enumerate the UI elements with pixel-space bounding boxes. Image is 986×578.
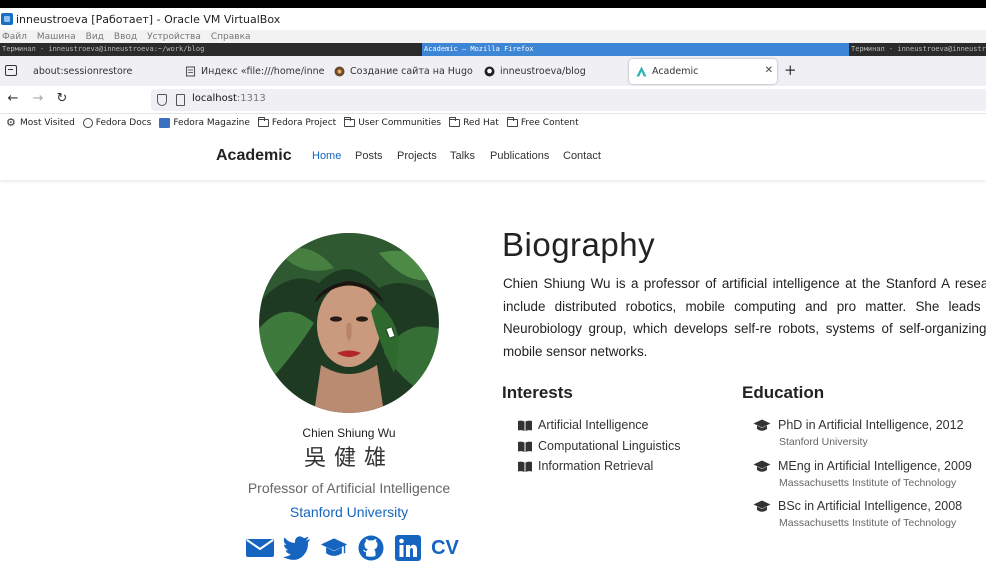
vm-menu-file[interactable]: Файл (2, 32, 27, 42)
twitter-icon[interactable] (283, 534, 311, 562)
vm-menubar: Файл Машина Вид Ввод Устройства Справка (0, 30, 986, 43)
biography-text: Chien Shiung Wu is a professor of artifi… (503, 276, 986, 360)
education-item: BSc in Artificial Intelligence, 2008 Mas… (753, 499, 962, 529)
education-item: MEng in Artificial Intelligence, 2009 Ma… (753, 459, 972, 489)
tab-file-index[interactable]: Индекс «file:///home/inne (185, 59, 325, 84)
folder-icon (344, 117, 356, 127)
vm-titlebar: inneustroeva [Работает] - Oracle VM Virt… (0, 0, 986, 30)
page-info-icon[interactable] (176, 94, 185, 106)
reload-icon[interactable]: ↻ (55, 92, 69, 106)
bookmark-fedora-docs[interactable]: Fedora Docs (82, 118, 151, 128)
envelope-icon[interactable] (246, 534, 274, 562)
tab-label: Индекс «file:///home/inne (201, 66, 325, 77)
social-links: CV (246, 533, 468, 563)
browser-tabbar: about:sessionrestore Индекс «file:///hom… (0, 56, 986, 86)
book-icon (518, 420, 532, 431)
tab-hugo[interactable]: Создание сайта на Hugo (334, 59, 474, 84)
interest-item: Artificial Intelligence (518, 418, 648, 432)
bookmark-most-visited[interactable]: ⚙ Most Visited (6, 116, 75, 129)
education-institution: Massachusetts Institute of Technology (779, 517, 957, 529)
page-icon (185, 66, 196, 77)
bookmark-fedora-project[interactable]: Fedora Project (257, 117, 336, 128)
education-title: Education (742, 383, 825, 402)
graduation-cap-icon (753, 419, 771, 431)
back-icon[interactable]: ← (6, 92, 20, 106)
bookmark-red-hat[interactable]: Red Hat (449, 117, 499, 128)
tab-label: Academic (652, 66, 699, 77)
tab-label: Создание сайта на Hugo (350, 66, 473, 77)
url-bar[interactable]: localhost:1313 (151, 89, 986, 111)
academic-icon (636, 66, 647, 77)
github-icon[interactable] (357, 534, 385, 562)
book-icon (518, 441, 532, 452)
folder-icon (449, 117, 461, 127)
linkedin-icon[interactable] (394, 534, 422, 562)
nav-talks[interactable]: Talks (450, 150, 475, 162)
profile-name: Chien Shiung Wu (302, 426, 396, 440)
new-tab-button[interactable]: + (784, 62, 797, 78)
vm-menu-help[interactable]: Справка (211, 32, 251, 42)
close-tab-icon[interactable]: ✕ (765, 65, 773, 76)
interest-item: Information Retrieval (518, 459, 653, 473)
site-navbar: Academic Home Posts Projects Talks Publi… (0, 132, 986, 180)
bookmarks-toolbar: ⚙ Most Visited Fedora Docs Fedora Magazin… (0, 114, 986, 132)
tracking-shield-icon[interactable] (157, 94, 167, 106)
web-page: Academic Home Posts Projects Talks Publi… (0, 132, 986, 578)
browser-navbar: ← → ↻ localhost:1313 (0, 86, 986, 114)
globe-icon (82, 118, 93, 128)
url-text: localhost:1313 (192, 93, 266, 104)
book-icon (518, 461, 532, 472)
nav-home[interactable]: Home (312, 150, 341, 162)
profile-organization[interactable]: Stanford University (249, 504, 449, 520)
bookmark-user-communities[interactable]: User Communities (344, 117, 441, 128)
hugo-icon (334, 66, 345, 77)
site-brand[interactable]: Academic (216, 147, 292, 165)
github-icon (484, 66, 495, 77)
education-institution: Massachusetts Institute of Technology (779, 477, 957, 489)
folder-icon (257, 117, 269, 127)
nav-publications[interactable]: Publications (490, 150, 549, 162)
folder-icon (506, 117, 518, 127)
profile-name-cjk: 吳健雄 (303, 446, 394, 471)
graduation-cap-icon (753, 460, 771, 472)
avatar (259, 233, 439, 413)
fedora-magazine-icon (159, 118, 171, 128)
bookmark-free-content[interactable]: Free Content (506, 117, 579, 128)
nav-projects[interactable]: Projects (397, 150, 437, 162)
tab-sessionrestore[interactable]: about:sessionrestore (33, 59, 175, 84)
virtualbox-icon (1, 13, 13, 25)
education-institution: Stanford University (779, 436, 868, 448)
cv-link[interactable]: CV (431, 534, 459, 562)
list-all-tabs-icon[interactable] (5, 65, 17, 76)
taskbar-item-firefox[interactable]: Academic — Mozilla Firefox (422, 43, 849, 56)
nav-posts[interactable]: Posts (355, 150, 383, 162)
bookmark-fedora-magazine[interactable]: Fedora Magazine (159, 118, 250, 128)
forward-icon[interactable]: → (31, 92, 45, 106)
gear-icon: ⚙ (6, 116, 16, 129)
biography-title: Biography (502, 226, 656, 263)
tab-academic[interactable]: Academic ✕ (629, 59, 777, 84)
nav-contact[interactable]: Contact (563, 150, 601, 162)
vm-menu-machine[interactable]: Машина (37, 32, 76, 42)
vm-menu-devices[interactable]: Устройства (147, 32, 201, 42)
tab-label: inneustroeva/blog (500, 66, 586, 77)
vm-window-title: inneustroeva [Работает] - Oracle VM Virt… (16, 12, 281, 26)
vm-menu-view[interactable]: Вид (86, 32, 104, 42)
taskbar-item-terminal[interactable]: Терминал - inneustroeva@inneustroeva:~/w… (0, 43, 422, 56)
graduation-cap-icon[interactable] (320, 534, 348, 562)
graduation-cap-icon (753, 500, 771, 512)
taskbar-item-terminal-2[interactable]: Терминал - inneustroeva@inneustroeva:~/w… (849, 43, 986, 56)
tab-label: about:sessionrestore (33, 66, 133, 77)
interests-title: Interests (502, 383, 573, 402)
education-item: PhD in Artificial Intelligence, 2012 Sta… (753, 418, 964, 448)
profile-role: Professor of Artificial Intelligence (247, 480, 451, 496)
tab-github[interactable]: inneustroeva/blog (484, 59, 624, 84)
vm-menu-input[interactable]: Ввод (114, 32, 137, 42)
interest-item: Computational Linguistics (518, 439, 680, 453)
guest-taskbar: Терминал - inneustroeva@inneustroeva:~/w… (0, 43, 986, 56)
